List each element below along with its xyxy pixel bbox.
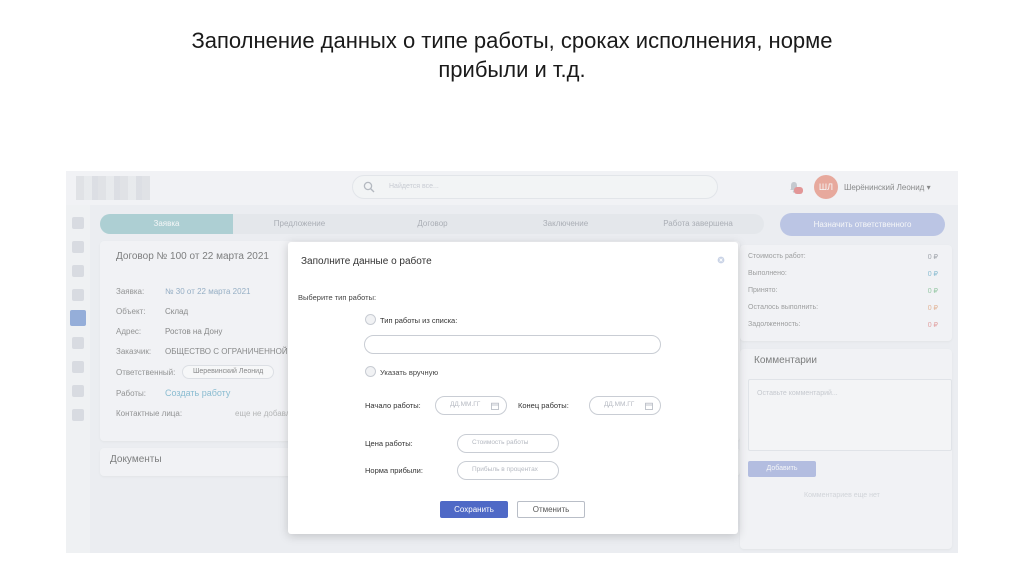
price-label: Цена работы:: [365, 439, 413, 448]
profit-input[interactable]: Прибыль в процентах: [457, 461, 559, 480]
profit-placeholder: Прибыль в процентах: [472, 466, 538, 473]
start-date-label: Начало работы:: [365, 401, 421, 410]
start-date-placeholder: ДД.ММ.ГГ: [450, 401, 481, 408]
end-date-placeholder: ДД.ММ.ГГ: [604, 401, 635, 408]
close-icon[interactable]: [717, 256, 725, 264]
start-date-input[interactable]: ДД.ММ.ГГ: [435, 396, 507, 415]
select-type-label: Выберите тип работы:: [298, 293, 377, 302]
option-from-list-label[interactable]: Тип работы из списка:: [380, 316, 457, 325]
cancel-button[interactable]: Отменить: [517, 501, 585, 518]
radio-from-list[interactable]: [365, 314, 376, 325]
work-data-modal: Заполните данные о работе Выберите тип р…: [288, 242, 738, 534]
slide-title-line1: Заполнение данных о типе работы, сроках …: [191, 28, 833, 53]
end-date-label: Конец работы:: [518, 401, 569, 410]
price-placeholder: Стоимость работы: [472, 439, 529, 446]
option-manual-label[interactable]: Указать вручную: [380, 368, 438, 377]
modal-title: Заполните данные о работе: [301, 256, 432, 267]
slide-title-line2: прибыли и т.д.: [438, 57, 586, 82]
save-button[interactable]: Сохранить: [440, 501, 508, 518]
end-date-input[interactable]: ДД.ММ.ГГ: [589, 396, 661, 415]
price-input[interactable]: Стоимость работы: [457, 434, 559, 453]
work-type-select[interactable]: [364, 335, 661, 354]
calendar-icon[interactable]: [491, 402, 499, 410]
calendar-icon[interactable]: [645, 402, 653, 410]
profit-label: Норма прибыли:: [365, 466, 423, 475]
radio-manual[interactable]: [365, 366, 376, 377]
slide-title: Заполнение данных о типе работы, сроках …: [0, 26, 1024, 84]
